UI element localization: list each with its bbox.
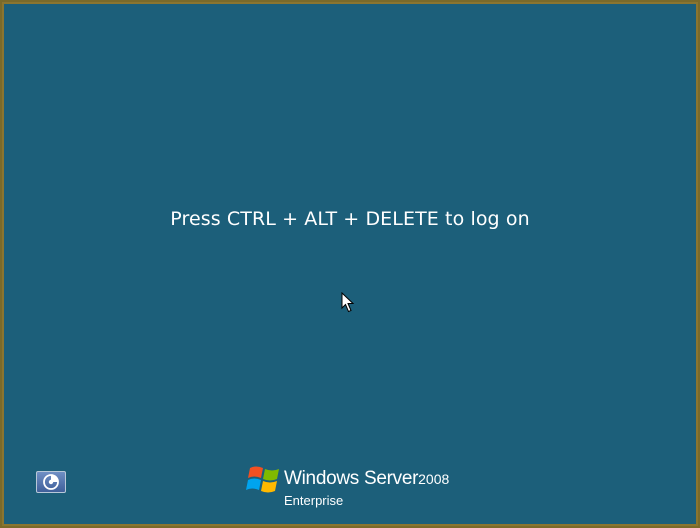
logon-prompt: Press CTRL + ALT + DELETE to log on [170,208,530,230]
ease-of-access-button[interactable] [36,471,66,493]
windows-server-branding: Windows Server2008 Enterprise [244,460,474,510]
logon-screen: Press CTRL + ALT + DELETE to log on Wind… [2,2,698,526]
windows-flag-icon [246,466,279,493]
mouse-pointer-icon [341,292,355,313]
product-edition: Enterprise [284,493,344,508]
product-version: 2008 [418,471,450,487]
product-name-text: Windows Server [284,468,419,489]
ease-of-access-icon [43,474,59,490]
product-name: Windows Server2008 [284,468,449,490]
